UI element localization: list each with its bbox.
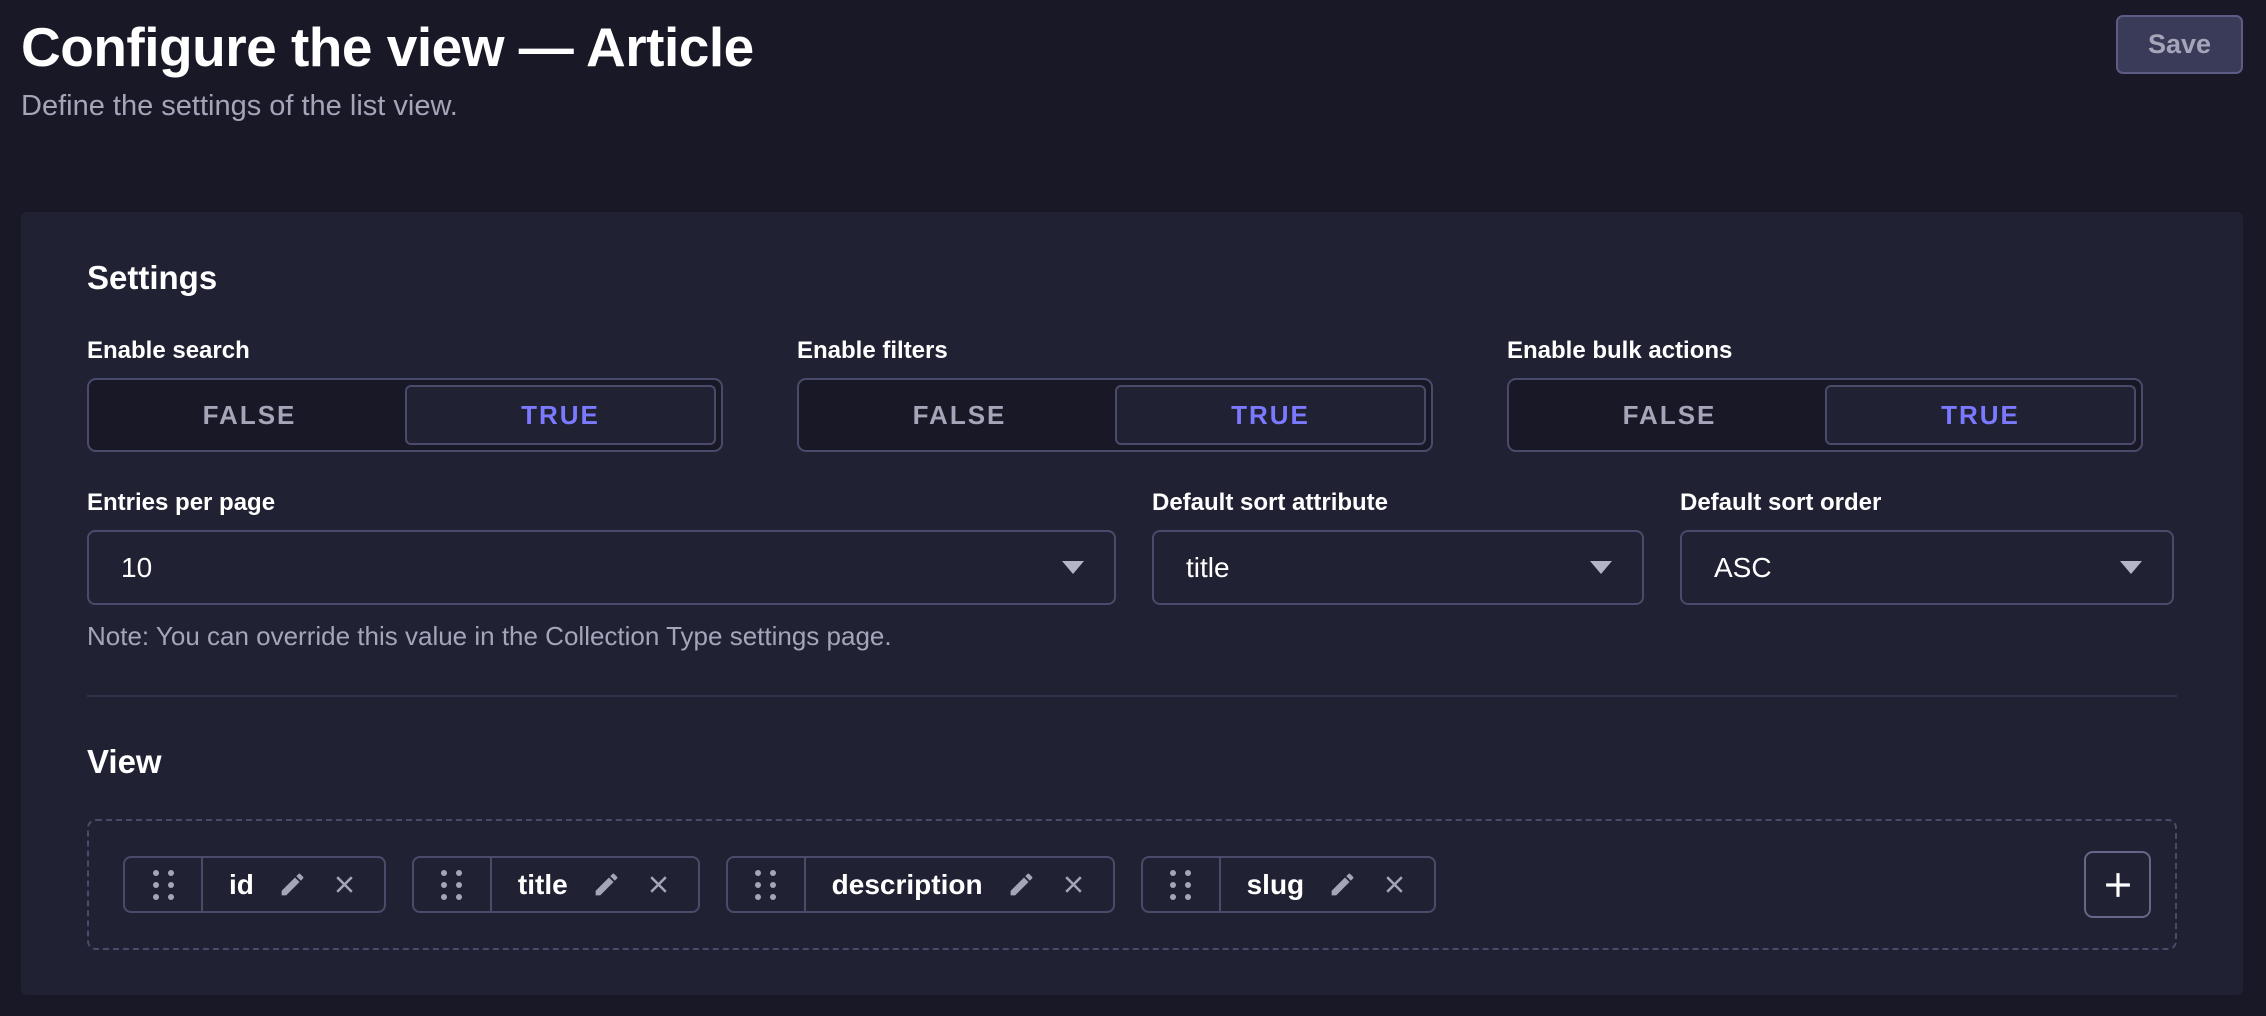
edit-pencil-icon[interactable] bbox=[592, 870, 621, 899]
default-sort-attribute-label: Default sort attribute bbox=[1152, 488, 1644, 518]
field-chip-label: slug bbox=[1247, 869, 1305, 901]
add-field-button[interactable] bbox=[2084, 851, 2151, 918]
close-icon[interactable] bbox=[331, 871, 358, 898]
enable-bulk-actions-label: Enable bulk actions bbox=[1507, 336, 2143, 366]
default-sort-attribute-field: Default sort attribute title bbox=[1152, 488, 1644, 605]
field-chip-label: id bbox=[229, 869, 254, 901]
view-heading: View bbox=[87, 742, 2177, 782]
drag-handle-icon[interactable] bbox=[414, 858, 492, 911]
close-icon[interactable] bbox=[1060, 871, 1087, 898]
default-sort-order-value: ASC bbox=[1714, 552, 1772, 584]
toggles-row: Enable search FALSE TRUE Enable filters … bbox=[87, 336, 2177, 452]
displayed-fields-dropzone: id title bbox=[87, 819, 2177, 950]
enable-search-false-option[interactable]: FALSE bbox=[94, 385, 405, 445]
enable-filters-label: Enable filters bbox=[797, 336, 1433, 366]
selects-row: Entries per page 10 Default sort attribu… bbox=[87, 488, 2177, 605]
field-chip-label: description bbox=[832, 869, 983, 901]
enable-filters-false-option[interactable]: FALSE bbox=[804, 385, 1115, 445]
entries-per-page-value: 10 bbox=[121, 552, 152, 584]
enable-bulk-actions-toggle: FALSE TRUE bbox=[1507, 378, 2143, 452]
field-chip-id: id bbox=[123, 856, 386, 913]
enable-filters-true-option[interactable]: TRUE bbox=[1115, 385, 1426, 445]
enable-filters-field: Enable filters FALSE TRUE bbox=[797, 336, 1433, 452]
enable-bulk-actions-true-option[interactable]: TRUE bbox=[1825, 385, 2136, 445]
page-title: Configure the view — Article bbox=[21, 16, 2243, 78]
field-chip-slug: slug bbox=[1141, 856, 1437, 913]
enable-search-label: Enable search bbox=[87, 336, 723, 366]
default-sort-attribute-value: title bbox=[1186, 552, 1230, 584]
settings-card: Settings Enable search FALSE TRUE Enable… bbox=[21, 212, 2243, 995]
entries-per-page-label: Entries per page bbox=[87, 488, 1116, 518]
drag-handle-icon[interactable] bbox=[1143, 858, 1221, 911]
entries-per-page-select[interactable]: 10 bbox=[87, 530, 1116, 605]
chevron-down-icon bbox=[2120, 561, 2142, 574]
default-sort-order-label: Default sort order bbox=[1680, 488, 2174, 518]
field-chip-label: title bbox=[518, 869, 568, 901]
entries-per-page-note: Note: You can override this value in the… bbox=[87, 619, 2177, 653]
settings-heading: Settings bbox=[87, 258, 2177, 298]
edit-pencil-icon[interactable] bbox=[1328, 870, 1357, 899]
page-header: Configure the view — Article Define the … bbox=[0, 0, 2266, 212]
page-subtitle: Define the settings of the list view. bbox=[21, 88, 2243, 124]
drag-handle-icon[interactable] bbox=[125, 858, 203, 911]
plus-icon bbox=[2099, 866, 2137, 904]
drag-handle-icon[interactable] bbox=[728, 858, 806, 911]
field-chip-description: description bbox=[726, 856, 1115, 913]
chevron-down-icon bbox=[1590, 561, 1612, 574]
field-chip-title: title bbox=[412, 856, 700, 913]
default-sort-order-select[interactable]: ASC bbox=[1680, 530, 2174, 605]
section-divider bbox=[87, 695, 2177, 697]
save-button[interactable]: Save bbox=[2116, 15, 2243, 74]
enable-search-true-option[interactable]: TRUE bbox=[405, 385, 716, 445]
close-icon[interactable] bbox=[1381, 871, 1408, 898]
chevron-down-icon bbox=[1062, 561, 1084, 574]
enable-search-field: Enable search FALSE TRUE bbox=[87, 336, 723, 452]
edit-pencil-icon[interactable] bbox=[278, 870, 307, 899]
enable-bulk-actions-false-option[interactable]: FALSE bbox=[1514, 385, 1825, 445]
entries-per-page-field: Entries per page 10 bbox=[87, 488, 1116, 605]
default-sort-attribute-select[interactable]: title bbox=[1152, 530, 1644, 605]
enable-filters-toggle: FALSE TRUE bbox=[797, 378, 1433, 452]
default-sort-order-field: Default sort order ASC bbox=[1680, 488, 2174, 605]
enable-search-toggle: FALSE TRUE bbox=[87, 378, 723, 452]
enable-bulk-actions-field: Enable bulk actions FALSE TRUE bbox=[1507, 336, 2143, 452]
close-icon[interactable] bbox=[645, 871, 672, 898]
edit-pencil-icon[interactable] bbox=[1007, 870, 1036, 899]
